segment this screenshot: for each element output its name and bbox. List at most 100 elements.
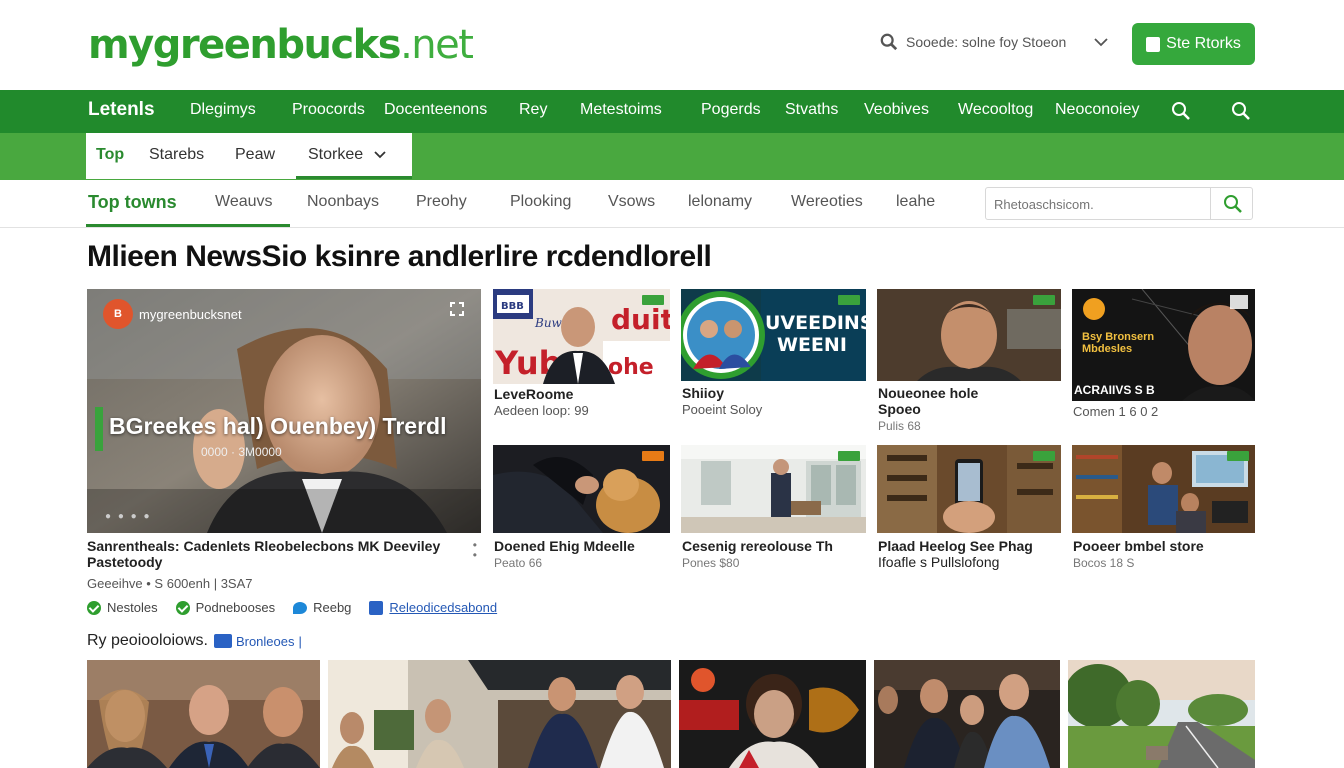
nav-item[interactable]: Stvaths <box>785 90 838 133</box>
category-tab[interactable]: lelonamy <box>688 180 752 226</box>
nav-item[interactable]: Letenls <box>88 90 155 133</box>
story-caption: LeveRoome Aedeen loop: 99 <box>494 386 671 419</box>
story-card-image[interactable] <box>328 660 671 768</box>
story-title[interactable]: Plaad Heelog See Phag <box>878 538 1062 554</box>
header-search[interactable]: Sooede: solne foy Stoeon <box>880 30 1120 54</box>
feature-story-image[interactable]: B mygreenbucksnet BGreekes hal) Ouenbey)… <box>87 289 481 533</box>
tab[interactable]: Storkee <box>308 133 363 177</box>
feature-caption: Sanrentheals: Cadenlets Rleobelecbons MK… <box>87 538 481 591</box>
feature-accent-bar <box>95 407 103 451</box>
header-search-placeholder: Sooede: solne foy Stoeon <box>906 34 1067 50</box>
more-options-icon[interactable]: • • <box>473 539 477 561</box>
story-subtitle: Ifoafle s Pullslofong <box>878 554 1000 570</box>
site-logo[interactable]: mygreenbucks.net <box>88 22 474 68</box>
section-link-label: Bronleoes <box>235 633 295 649</box>
nav-item[interactable]: Pogerds <box>701 90 761 133</box>
story-title[interactable]: LeveRoome <box>494 386 671 402</box>
feature-caption-title[interactable]: Sanrentheals: Cadenlets Rleobelecbons MK… <box>87 538 481 570</box>
search-icon[interactable] <box>1231 101 1251 121</box>
svg-text:UVEEDINS: UVEEDINS <box>765 312 866 334</box>
category-search-button[interactable] <box>1210 188 1252 219</box>
story-photo <box>328 660 671 768</box>
section-link[interactable]: Bronleoes | <box>213 633 302 649</box>
story-card-image[interactable] <box>1072 445 1255 533</box>
nav-item[interactable]: Rey <box>519 90 547 133</box>
logo-name: mygreenbucks <box>88 22 402 68</box>
tab[interactable]: Peaw <box>235 133 275 177</box>
category-tab-top[interactable]: Top towns <box>88 180 177 226</box>
story-card-image[interactable]: BBB Yub duit ohe Buw <box>493 289 670 384</box>
tab[interactable]: Starebs <box>149 133 204 177</box>
tag-item[interactable]: Releodicedsabond <box>369 600 497 615</box>
nav-item[interactable]: Dlegimys <box>190 90 256 133</box>
category-tab[interactable]: Vsows <box>608 180 655 226</box>
nav-item[interactable]: Wecooltog <box>958 90 1033 133</box>
nav-item[interactable]: Veobives <box>864 90 929 133</box>
story-meta: Pones $80 <box>682 556 740 570</box>
category-tab[interactable]: Preohy <box>416 180 467 226</box>
category-tab[interactable]: Plooking <box>510 180 571 226</box>
check-circle-icon <box>87 600 101 615</box>
feature-brand-name: mygreenbucksnet <box>139 306 242 322</box>
tab-top[interactable]: Top <box>96 133 124 177</box>
check-circle-icon <box>175 600 190 615</box>
store-button[interactable]: Ste Rtorks <box>1132 23 1255 65</box>
tab-underline <box>296 176 412 179</box>
expand-icon[interactable] <box>449 301 465 317</box>
category-tab[interactable]: Weauvs <box>215 180 273 226</box>
search-icon[interactable] <box>1171 101 1191 121</box>
story-caption: Noueonee hole Spoeo Pulis 68 <box>878 385 1062 434</box>
tag-item[interactable]: Nestoles <box>87 600 158 615</box>
story-caption: Shiioy Pooeint Soloy <box>682 385 867 418</box>
nav-item[interactable]: Docenteenons <box>384 90 487 133</box>
category-tab[interactable]: Noonbays <box>307 180 379 226</box>
story-card-image[interactable] <box>681 445 866 533</box>
category-tab[interactable]: leahe <box>896 180 935 226</box>
category-tab[interactable]: Wereoties <box>791 180 863 226</box>
tag-label: Podnebooses <box>195 600 276 615</box>
story-caption: Comen 1 6 0 2 <box>1073 403 1256 420</box>
svg-text:Buw: Buw <box>534 316 563 330</box>
category-badge <box>642 295 664 305</box>
story-meta: Pulis 68 <box>878 419 921 433</box>
story-card-image[interactable] <box>877 289 1061 381</box>
category-search-input[interactable] <box>994 194 1204 214</box>
story-card-image[interactable] <box>679 660 866 768</box>
section-header: Ry peoiooloiows. Bronleoes | <box>87 632 302 650</box>
story-title[interactable]: Doened Ehig Mdeelle <box>494 538 671 554</box>
story-card-image[interactable]: UVEEDINS WEENI <box>681 289 866 381</box>
nav-item[interactable]: Neoconoiey <box>1055 90 1140 133</box>
story-card-image[interactable] <box>1068 660 1255 768</box>
svg-text:duit: duit <box>611 303 670 336</box>
chevron-down-icon[interactable] <box>374 151 386 159</box>
tag-item[interactable]: Reebg <box>293 600 351 615</box>
story-card-image[interactable] <box>493 445 670 533</box>
story-card-image[interactable] <box>874 660 1060 768</box>
story-title[interactable]: Pooeer bmbel store <box>1073 538 1256 554</box>
category-underline <box>86 224 290 227</box>
story-caption: Doened Ehig Mdeelle Peato 66 <box>494 538 671 571</box>
story-card-image[interactable] <box>87 660 320 768</box>
category-badge <box>1033 451 1055 461</box>
story-title[interactable]: Cesenig rereolouse Th <box>682 538 867 554</box>
tag-label: Reebg <box>313 600 352 615</box>
story-meta[interactable]: Comen 1 6 0 2 <box>1073 404 1256 420</box>
shopping-bag-icon <box>1146 36 1161 52</box>
feature-caption-meta: Geeeihve • S 600enh | 3SA7 <box>87 576 253 591</box>
story-card-image[interactable] <box>877 445 1061 533</box>
store-button-label: Ste Rtorks <box>1166 35 1241 52</box>
story-overlay-label: ACRAIIVS S B <box>1074 383 1155 397</box>
story-photo <box>1068 660 1255 768</box>
story-card-image[interactable]: Bsy Bronsern Mbdesles ACRAIIVS S B <box>1072 289 1255 401</box>
facebook-icon <box>369 600 384 615</box>
feature-subtitle: 0000 · 3M0000 <box>201 445 282 459</box>
carousel-dots[interactable]: ● ● ● ● <box>105 511 152 522</box>
chevron-down-icon[interactable] <box>1094 37 1108 47</box>
story-title[interactable]: Noueonee hole <box>878 385 1062 401</box>
nav-item[interactable]: Metestoims <box>580 90 662 133</box>
nav-item[interactable]: Proocords <box>292 90 365 133</box>
logo-tld: .net <box>400 22 474 68</box>
search-icon <box>880 33 898 51</box>
tag-item[interactable]: Podnebooses <box>175 600 276 615</box>
story-title[interactable]: Shiioy <box>682 385 867 401</box>
